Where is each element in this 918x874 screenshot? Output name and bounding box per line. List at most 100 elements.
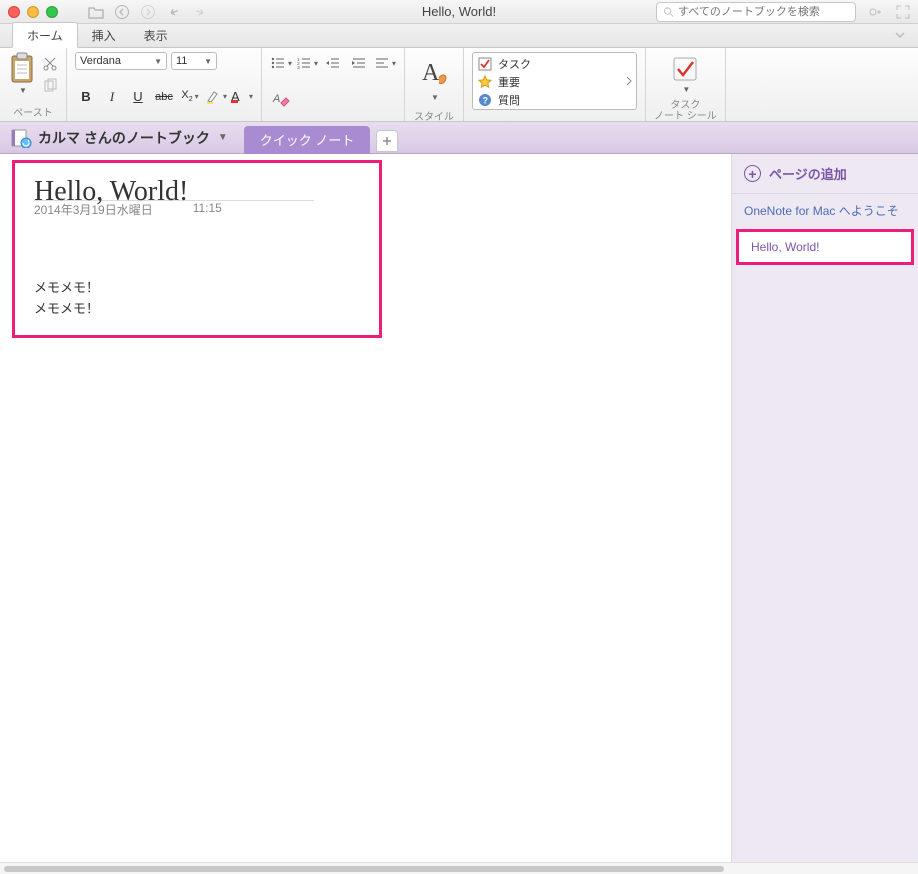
eraser-icon: A — [272, 91, 290, 107]
star-icon — [478, 75, 492, 89]
add-page-label: ページの追加 — [769, 164, 847, 183]
font-name-select[interactable]: Verdana▼ — [75, 52, 167, 70]
font-size-value: 11 — [176, 55, 187, 67]
minimize-window-button[interactable] — [27, 6, 39, 18]
title-bar: Hello, World! — [0, 0, 918, 24]
tab-view[interactable]: 表示 — [130, 23, 182, 47]
plus-circle-icon: + — [744, 165, 761, 182]
tag-question[interactable]: ? 質問 — [478, 92, 631, 108]
outdent-button[interactable] — [322, 52, 344, 74]
fullscreen-icon[interactable] — [896, 5, 910, 19]
outdent-icon — [325, 56, 341, 70]
paste-button[interactable]: ▼ — [8, 52, 36, 95]
font-color-button[interactable]: A▾ — [231, 86, 253, 108]
redo-icon[interactable] — [192, 5, 208, 19]
ribbon-group-styles: A ▼ スタイル — [405, 48, 464, 121]
strikethrough-button[interactable]: abc — [153, 86, 175, 108]
notebook-selector[interactable]: カルマ さんのノートブック ▼ — [0, 128, 238, 148]
tab-home[interactable]: ホーム — [12, 22, 78, 48]
clear-formatting-button[interactable]: A — [270, 88, 292, 110]
page-list-item-welcome[interactable]: OneNote for Mac へようこそ — [732, 194, 918, 227]
ribbon-group-font: Verdana▼ 11▼ B I U abc X2▾ ▾ A▾ — [67, 48, 262, 121]
align-icon — [374, 56, 390, 70]
svg-text:A: A — [422, 60, 440, 86]
tab-insert[interactable]: 挿入 — [78, 23, 130, 47]
bold-button[interactable]: B — [75, 86, 97, 108]
back-icon[interactable] — [114, 4, 130, 20]
add-section-button[interactable] — [376, 130, 398, 152]
numbering-icon: 123 — [296, 56, 312, 70]
share-icon[interactable] — [868, 5, 884, 19]
notebook-bar: カルマ さんのノートブック ▼ クイック ノート — [0, 122, 918, 154]
indent-icon — [351, 56, 367, 70]
close-window-button[interactable] — [8, 6, 20, 18]
notebook-name: カルマ さんのノートブック — [38, 128, 210, 148]
traffic-lights — [8, 6, 58, 18]
page-time[interactable]: 11:15 — [193, 201, 222, 218]
tag-important-label: 重要 — [498, 74, 520, 90]
folder-open-icon[interactable] — [88, 5, 104, 19]
font-name-value: Verdana — [80, 55, 121, 67]
svg-text:?: ? — [483, 96, 489, 106]
search-box[interactable] — [656, 2, 856, 22]
undo-icon[interactable] — [166, 5, 182, 19]
copy-icon[interactable] — [42, 78, 58, 94]
ribbon-group-tasknote: ▼ タスクノート シール — [645, 48, 726, 121]
numbered-list-button[interactable]: 123▾ — [296, 52, 318, 74]
clipboard-icon — [8, 52, 36, 86]
checkbox-icon — [478, 57, 492, 71]
tag-question-label: 質問 — [498, 92, 520, 108]
bullet-list-button[interactable]: ▾ — [270, 52, 292, 74]
page-body[interactable]: メモメモ！ メモメモ！ — [0, 224, 731, 374]
scrollbar-thumb[interactable] — [4, 866, 724, 872]
page-list-item-current[interactable]: Hello, World! — [736, 229, 914, 265]
notebook-icon — [10, 128, 32, 148]
tags-panel[interactable]: タスク 重要 ? 質問 — [472, 52, 637, 110]
ribbon: ▼ ペースト Verdana▼ 11▼ B I U abc X2▾ ▾ A▾ ▾ — [0, 48, 918, 122]
tag-task-label: タスク — [498, 56, 531, 72]
zoom-window-button[interactable] — [46, 6, 58, 18]
main-area: Hello, World! 2014年3月19日水曜日 11:15 メモメモ！ … — [0, 154, 918, 862]
page-date[interactable]: 2014年3月19日水曜日 — [34, 201, 153, 218]
ribbon-group-tags: タスク 重要 ? 質問 — [464, 48, 645, 121]
quick-toolbar — [88, 4, 208, 20]
ribbon-tabs: ホーム 挿入 表示 — [0, 24, 918, 48]
search-icon — [663, 6, 674, 18]
page-list-panel: + ページの追加 OneNote for Mac へようこそ Hello, Wo… — [732, 154, 918, 862]
styles-button[interactable]: A ▼ — [413, 52, 455, 106]
question-icon: ? — [478, 93, 492, 107]
highlight-button[interactable]: ▾ — [205, 86, 227, 108]
style-a-icon: A — [419, 56, 449, 90]
svg-text:A: A — [272, 93, 280, 105]
font-size-select[interactable]: 11▼ — [171, 52, 217, 70]
more-tags-icon[interactable] — [625, 76, 633, 86]
styles-label: スタイル — [413, 108, 455, 123]
add-page-button[interactable]: + ページの追加 — [732, 154, 918, 194]
forward-icon[interactable] — [140, 4, 156, 20]
tasknote-button[interactable]: ▼ — [654, 52, 717, 98]
page-meta: 2014年3月19日水曜日 11:15 — [0, 201, 731, 224]
svg-text:3: 3 — [297, 65, 300, 70]
indent-button[interactable] — [348, 52, 370, 74]
task-check-icon — [672, 56, 698, 82]
cut-icon[interactable] — [42, 56, 58, 72]
body-line-2[interactable]: メモメモ！ — [34, 299, 697, 320]
page-canvas[interactable]: Hello, World! 2014年3月19日水曜日 11:15 メモメモ！ … — [0, 154, 732, 862]
highlighter-icon — [205, 89, 221, 105]
tag-task[interactable]: タスク — [478, 56, 631, 72]
ribbon-group-clipboard: ▼ ペースト — [0, 48, 67, 121]
collapse-ribbon-icon[interactable] — [894, 30, 906, 40]
paste-label: ペースト — [8, 104, 58, 119]
underline-button[interactable]: U — [127, 86, 149, 108]
plus-icon — [382, 136, 392, 146]
search-input[interactable] — [678, 6, 849, 18]
subscript-button[interactable]: X2▾ — [179, 86, 201, 108]
section-tab-quicknote[interactable]: クイック ノート — [244, 126, 371, 154]
align-button[interactable]: ▾ — [374, 52, 396, 74]
tasknote-label: タスクノート シール — [654, 100, 717, 122]
bullets-icon — [270, 56, 286, 70]
horizontal-scrollbar[interactable] — [0, 862, 918, 874]
tag-important[interactable]: 重要 — [478, 74, 631, 90]
italic-button[interactable]: I — [101, 86, 123, 108]
body-line-1[interactable]: メモメモ！ — [34, 278, 697, 299]
